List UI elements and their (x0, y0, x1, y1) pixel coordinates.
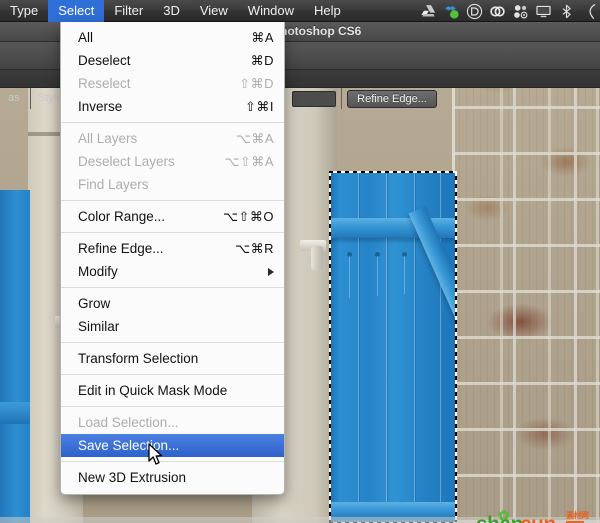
display-icon[interactable] (535, 3, 552, 20)
select-dropdown-menu[interactable]: All ⌘A Deselect ⌘D Reselect ⇧⌘D Inverse ⇧⌘I All … (60, 22, 285, 495)
options-separator (341, 87, 342, 109)
shutter-hinge-center-b (311, 246, 323, 270)
menu-separator (61, 232, 284, 233)
menu-item-deselect[interactable]: Deselect ⌘D (61, 49, 284, 72)
menu-item-label: New 3D Extrusion (78, 470, 187, 485)
shutter-left-partial (0, 190, 30, 523)
menu-item-deselect-layers: Deselect Layers ⌥⇧⌘A (61, 150, 284, 173)
menu-item-label: Deselect Layers (78, 154, 175, 169)
menu-item-label: Save Selection... (78, 438, 180, 453)
menu-item-new-3d-extrusion[interactable]: New 3D Extrusion (61, 466, 284, 489)
watermark-logo: ✿ shan cun 素材网 .net (470, 507, 594, 523)
menu-separator (61, 374, 284, 375)
menu-item-label: Deselect (78, 53, 131, 68)
os-menu-bar[interactable]: Type Select Filter 3D View Window Help (0, 0, 600, 22)
creative-cloud-icon[interactable] (489, 3, 506, 20)
menu-item-find-layers: Find Layers (61, 173, 284, 196)
audio-devices-icon[interactable] (512, 3, 529, 20)
menu-item-modify[interactable]: Modify (61, 260, 284, 283)
menu-item-label: Refine Edge... (78, 241, 164, 256)
menu-item-label: Edit in Quick Mask Mode (78, 383, 228, 398)
menu-separator (61, 342, 284, 343)
google-drive-icon[interactable] (420, 3, 437, 20)
menu-item-shortcut: ⌥⇧⌘O (223, 208, 274, 224)
menu-item-label: Color Range... (78, 209, 166, 224)
menubar-item-view[interactable]: View (190, 0, 238, 22)
menu-item-label: Reselect (78, 76, 131, 91)
menu-item-label: Modify (78, 264, 118, 279)
menu-item-similar[interactable]: Similar (61, 315, 284, 338)
menu-item-save-selection[interactable]: Save Selection... (61, 434, 284, 457)
menu-item-color-range[interactable]: Color Range... ⌥⇧⌘O (61, 205, 284, 228)
menu-item-label: All Layers (78, 131, 138, 146)
menu-item-shortcut: ⇧⌘D (239, 75, 274, 91)
shutter-knob-line (349, 256, 350, 298)
menu-item-label: Load Selection... (78, 415, 179, 430)
shutter-left-rail-top (0, 402, 30, 424)
menu-item-transform-selection[interactable]: Transform Selection (61, 347, 284, 370)
watermark-text-part2: cun (520, 513, 556, 523)
menu-item-label: Find Layers (78, 177, 149, 192)
menu-separator (61, 461, 284, 462)
menubar-status-icons[interactable] (420, 0, 598, 22)
blue-shutter-selected[interactable] (330, 172, 456, 523)
submenu-arrow-icon (268, 267, 274, 276)
menu-item-shortcut: ⇧⌘I (244, 98, 274, 114)
spotlight-icon[interactable] (581, 3, 598, 20)
menu-item-label: Transform Selection (78, 351, 199, 366)
bluetooth-icon[interactable] (558, 3, 575, 20)
menubar-item-filter[interactable]: Filter (104, 0, 153, 22)
menu-item-edit-in-quick-mask-mode[interactable]: Edit in Quick Mask Mode (61, 379, 284, 402)
watermark-text-cn: 素材网 (566, 511, 589, 520)
shutter-knob-line (404, 256, 405, 294)
menu-item-shortcut: ⌥⌘R (235, 240, 274, 256)
height-input[interactable] (292, 91, 336, 107)
menu-item-shortcut: ⌥⌘A (235, 130, 274, 146)
menu-item-shortcut: ⌘D (250, 52, 274, 68)
menu-item-label: Similar (78, 319, 120, 334)
menu-separator (61, 200, 284, 201)
stone-wall-texture-overlay (452, 45, 600, 523)
menu-item-label: Inverse (78, 99, 123, 114)
menu-item-label: Grow (78, 296, 111, 311)
menu-item-all-layers: All Layers ⌥⌘A (61, 127, 284, 150)
menubar-item-select[interactable]: Select (48, 0, 105, 22)
antialias-label: as (8, 92, 20, 104)
menu-item-inverse[interactable]: Inverse ⇧⌘I (61, 95, 284, 118)
menubar-item-window[interactable]: Window (238, 0, 304, 22)
menu-item-shortcut: ⌘A (251, 29, 274, 45)
menu-item-reselect: Reselect ⇧⌘D (61, 72, 284, 95)
menu-separator (61, 287, 284, 288)
menu-separator (61, 122, 284, 123)
dropbox-icon[interactable] (443, 3, 460, 20)
menubar-item-help[interactable]: Help (304, 0, 351, 22)
shutter-knob-line (377, 256, 378, 296)
menubar-item-3d[interactable]: 3D (153, 0, 190, 22)
refine-edge-button[interactable]: Refine Edge... (347, 90, 437, 108)
menu-separator (61, 406, 284, 407)
dropbox-alt-icon[interactable] (466, 3, 483, 20)
menubar-item-type[interactable]: Type (0, 0, 48, 22)
menu-item-refine-edge[interactable]: Refine Edge... ⌥⌘R (61, 237, 284, 260)
options-separator (30, 87, 31, 109)
menu-item-load-selection: Load Selection... (61, 411, 284, 434)
menu-item-grow[interactable]: Grow (61, 292, 284, 315)
watermark-text-part1: shan (476, 513, 524, 523)
menu-item-label: All (78, 30, 94, 45)
menu-item-all[interactable]: All ⌘A (61, 26, 284, 49)
menu-item-shortcut: ⌥⇧⌘A (224, 153, 274, 169)
app-title: Photoshop CS6 (272, 24, 362, 38)
